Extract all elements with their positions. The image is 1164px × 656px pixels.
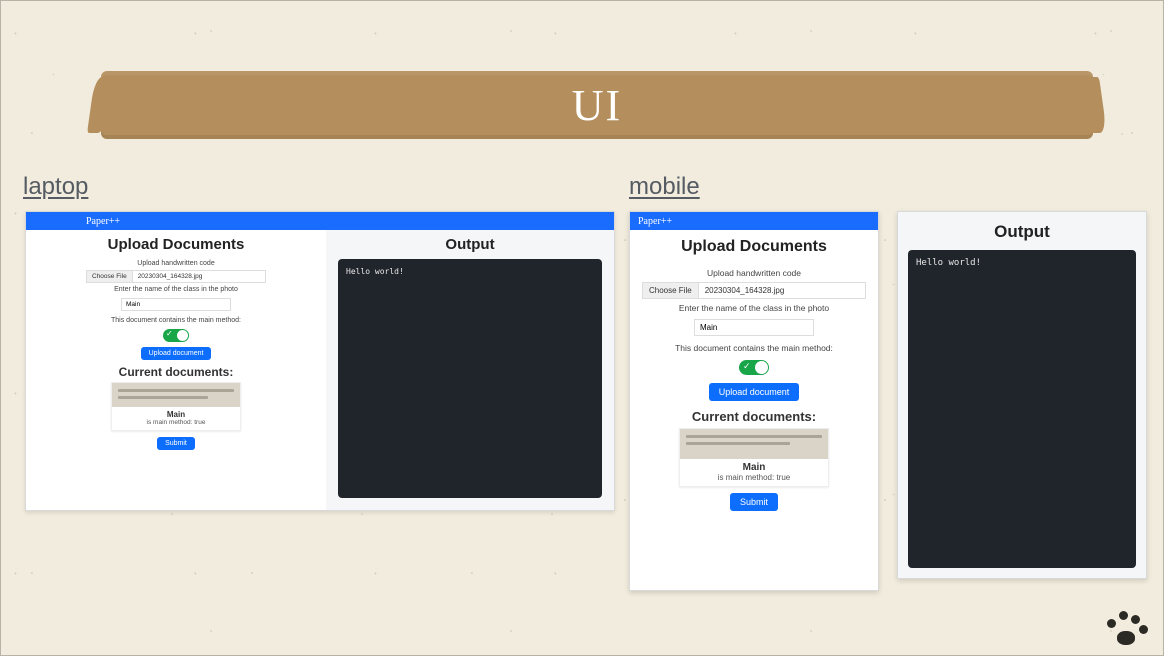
class-name-label: Enter the name of the class in the photo xyxy=(679,303,829,313)
main-method-toggle[interactable] xyxy=(163,329,189,342)
app-brand: Paper++ xyxy=(638,216,672,227)
document-name: Main xyxy=(112,410,240,419)
class-name-label: Enter the name of the class in the photo xyxy=(114,286,238,293)
choose-file-button[interactable]: Choose File xyxy=(643,283,699,298)
document-card[interactable]: Main is main method: true xyxy=(679,428,829,487)
output-terminal: Hello world! xyxy=(908,250,1136,568)
mobile-output-mockup: Output Hello world! xyxy=(897,211,1147,579)
chosen-file-name: 20230304_164328.jpg xyxy=(699,283,865,298)
output-heading: Output xyxy=(445,236,494,253)
document-name: Main xyxy=(680,462,828,473)
output-terminal: Hello world! xyxy=(338,259,602,498)
upload-subheading: Upload handwritten code xyxy=(137,260,214,267)
submit-button[interactable]: Submit xyxy=(730,493,778,511)
main-method-label: This document contains the main method: xyxy=(111,317,241,324)
file-input[interactable]: Choose File 20230304_164328.jpg xyxy=(642,282,866,299)
upload-subheading: Upload handwritten code xyxy=(707,268,801,278)
terminal-line: Hello world! xyxy=(346,267,404,276)
main-method-toggle[interactable] xyxy=(739,360,769,375)
laptop-mockup: Paper++ Upload Documents Upload handwrit… xyxy=(25,211,615,511)
upload-panel: Upload Documents Upload handwritten code… xyxy=(630,230,878,590)
upload-button[interactable]: Upload document xyxy=(709,383,800,401)
submit-button[interactable]: Submit xyxy=(157,437,195,450)
upload-button[interactable]: Upload document xyxy=(141,347,212,360)
output-heading: Output xyxy=(898,222,1146,242)
app-bar: Paper++ xyxy=(630,212,878,230)
class-name-input[interactable] xyxy=(121,298,231,311)
file-input[interactable]: Choose File 20230304_164328.jpg xyxy=(86,270,266,283)
section-label-mobile: mobile xyxy=(629,173,700,201)
mobile-upload-mockup: Paper++ Upload Documents Upload handwrit… xyxy=(629,211,879,591)
current-docs-heading: Current documents: xyxy=(692,409,816,424)
section-label-laptop: laptop xyxy=(23,173,88,201)
document-meta: is main method: true xyxy=(680,473,828,482)
paw-icon xyxy=(1101,605,1151,649)
terminal-line: Hello world! xyxy=(916,258,981,268)
output-panel: Output Hello world! xyxy=(326,230,614,510)
current-docs-heading: Current documents: xyxy=(119,365,234,379)
class-name-input[interactable] xyxy=(694,319,814,336)
document-meta: is main method: true xyxy=(112,419,240,426)
upload-heading: Upload Documents xyxy=(108,236,245,253)
document-thumbnail xyxy=(112,383,240,407)
upload-panel: Upload Documents Upload handwritten code… xyxy=(26,230,326,510)
app-brand: Paper++ xyxy=(86,216,120,227)
slide-title: UI xyxy=(572,80,622,131)
upload-heading: Upload Documents xyxy=(681,238,827,256)
document-thumbnail xyxy=(680,429,828,459)
chosen-file-name: 20230304_164328.jpg xyxy=(133,271,265,282)
document-card[interactable]: Main is main method: true xyxy=(111,382,241,431)
app-bar: Paper++ xyxy=(26,212,614,230)
choose-file-button[interactable]: Choose File xyxy=(87,271,133,282)
slide-title-banner: UI xyxy=(101,71,1093,139)
main-method-label: This document contains the main method: xyxy=(675,343,833,353)
